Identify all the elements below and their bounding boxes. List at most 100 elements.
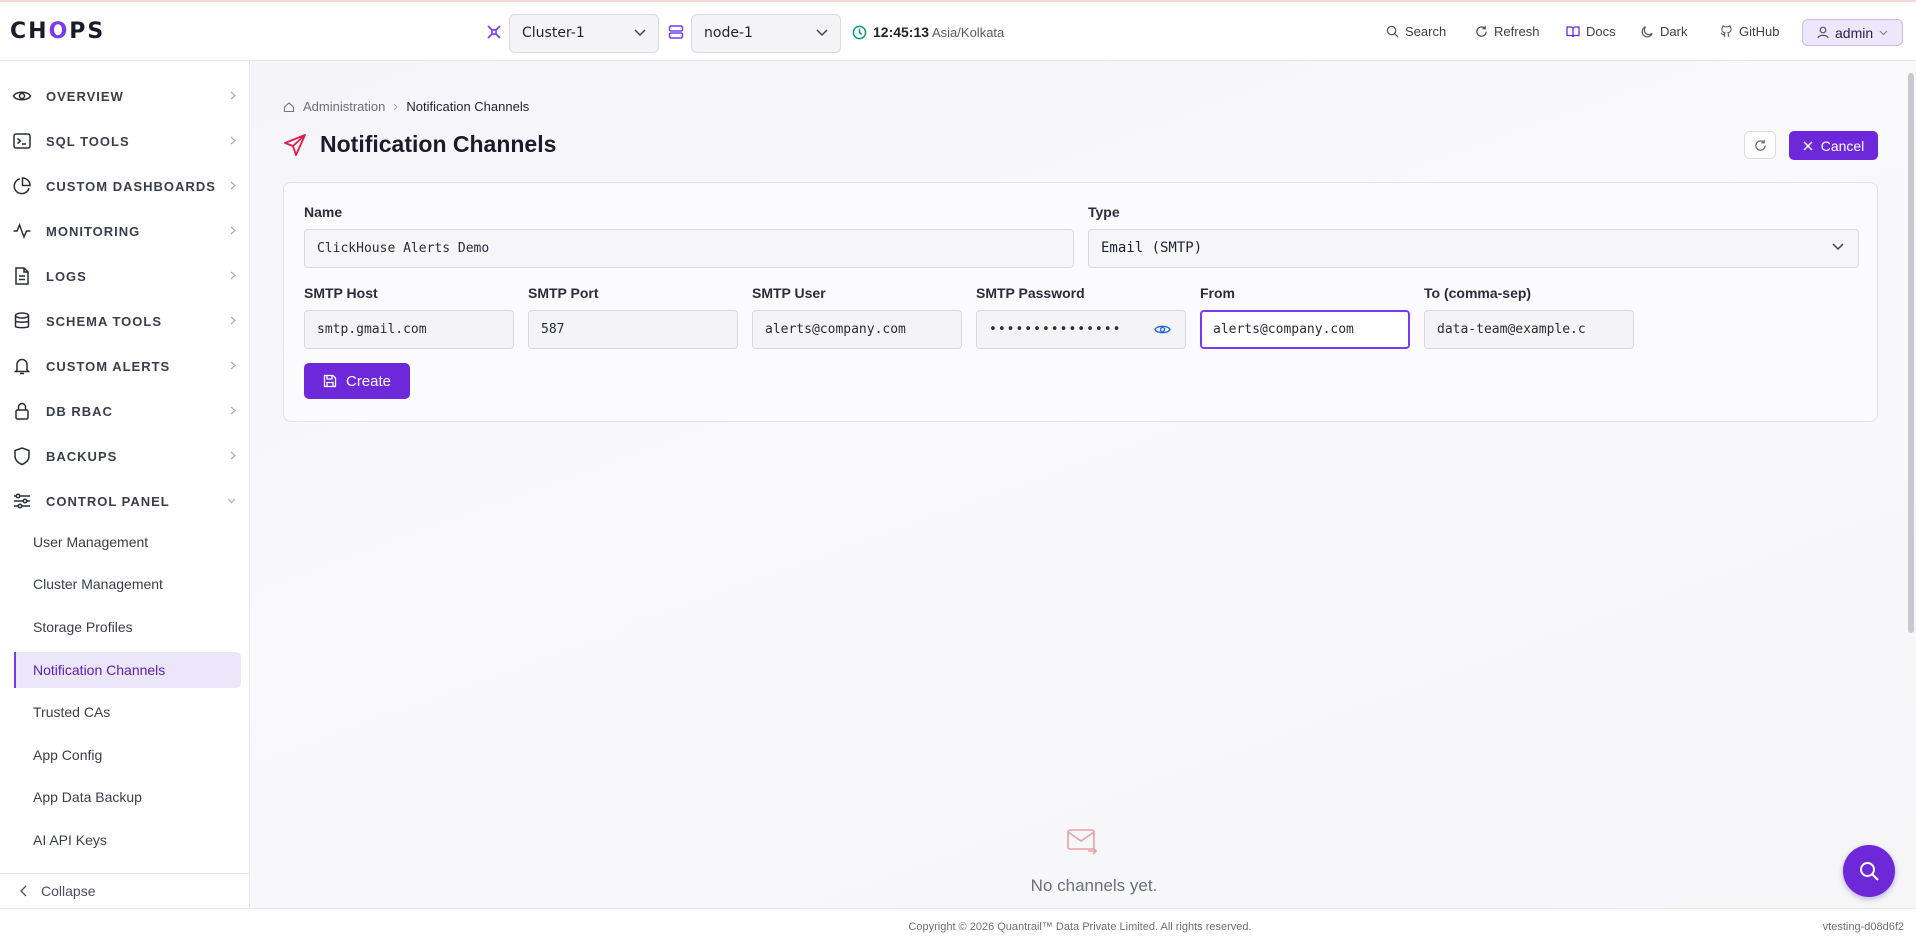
chevron-right-icon	[230, 91, 236, 100]
sidebar-item-monitoring[interactable]: MONITORING	[0, 213, 250, 249]
refresh-button[interactable]	[1744, 131, 1776, 159]
smtp-port-label: SMTP Port	[528, 285, 599, 301]
smtp-port-input[interactable]: 587	[528, 310, 738, 349]
clock-time: 12:45:13	[873, 24, 930, 40]
sidebar-item-ai-api-keys[interactable]: AI API Keys	[14, 822, 241, 858]
footer: Copyright © 2026 Quantrail™ Data Private…	[0, 908, 1916, 941]
page-title: Notification Channels	[320, 131, 557, 157]
search-icon	[1386, 25, 1399, 38]
type-select[interactable]: Email (SMTP)	[1088, 229, 1859, 268]
server-icon	[668, 24, 684, 40]
chevron-right-icon	[230, 181, 236, 190]
github-icon	[1720, 25, 1733, 38]
refresh-icon	[1475, 25, 1488, 38]
main-content: Administration Notification Channels Not…	[251, 61, 1916, 908]
user-menu-button[interactable]: admin	[1802, 19, 1903, 46]
create-button[interactable]: Create	[304, 363, 410, 399]
chevron-right-icon	[230, 316, 236, 325]
shield-icon	[12, 446, 32, 466]
smtp-user-input[interactable]: alerts@company.com	[752, 310, 962, 349]
send-icon	[283, 133, 307, 157]
to-input[interactable]: data-team@example.c	[1424, 310, 1634, 349]
sidebar-item-custom-dashboards[interactable]: CUSTOM DASHBOARDS	[0, 168, 250, 204]
version-text: vtesting-d08d6f2	[1822, 921, 1904, 933]
scrollbar[interactable]	[1908, 73, 1914, 633]
cancel-button[interactable]: Cancel	[1789, 131, 1878, 160]
sidebar-item-user-management[interactable]: User Management	[14, 524, 241, 560]
search-link[interactable]: Search	[1386, 24, 1446, 39]
eye-icon[interactable]	[1154, 322, 1171, 337]
copyright-text: Copyright © 2026 Quantrail™ Data Private…	[908, 921, 1252, 933]
name-input[interactable]: ClickHouse Alerts Demo	[304, 229, 1074, 268]
close-icon	[1803, 140, 1813, 151]
from-label: From	[1200, 285, 1235, 301]
bell-icon	[12, 356, 32, 376]
smtp-user-label: SMTP User	[752, 285, 826, 301]
chevron-right-icon	[230, 361, 236, 370]
chevron-down-icon	[227, 498, 236, 504]
activity-icon	[12, 221, 32, 241]
from-input[interactable]: alerts@company.com	[1200, 310, 1410, 349]
user-icon	[1817, 26, 1829, 39]
collapse-sidebar-button[interactable]: Collapse	[0, 873, 250, 908]
sidebar-item-control-panel[interactable]: CONTROL PANEL	[0, 483, 250, 519]
docs-link[interactable]: Docs	[1566, 24, 1616, 39]
moon-icon	[1641, 25, 1654, 38]
chevron-right-icon	[393, 103, 399, 111]
sidebar-item-overview[interactable]: OVERVIEW	[0, 78, 250, 114]
sidebar-item-schema-tools[interactable]: SCHEMA TOOLS	[0, 303, 250, 339]
chevron-down-icon	[1832, 243, 1844, 251]
database-icon	[12, 311, 32, 331]
search-fab[interactable]	[1843, 845, 1895, 897]
chevron-right-icon	[230, 406, 236, 415]
save-icon	[323, 374, 337, 388]
clock-icon	[852, 25, 867, 40]
sidebar-item-trusted-cas[interactable]: Trusted CAs	[14, 694, 241, 730]
mail-icon	[1066, 827, 1098, 855]
sidebar-item-notification-channels[interactable]: Notification Channels	[14, 652, 241, 688]
refresh-icon	[1754, 139, 1767, 152]
sidebar-item-logs[interactable]: LOGS	[0, 258, 250, 294]
breadcrumb: Administration Notification Channels	[283, 99, 529, 114]
sidebar-item-custom-alerts[interactable]: CUSTOM ALERTS	[0, 348, 250, 384]
sidebar-item-app-config[interactable]: App Config	[14, 737, 241, 773]
chevron-right-icon	[230, 226, 236, 235]
sidebar-item-backups[interactable]: BACKUPS	[0, 438, 250, 474]
chevron-left-icon	[20, 885, 27, 897]
sidebar-item-storage-profiles[interactable]: Storage Profiles	[14, 609, 241, 645]
channel-form: Name ClickHouse Alerts Demo Type Email (…	[283, 182, 1878, 422]
sidebar-item-db-rbac[interactable]: DB RBAC	[0, 393, 250, 429]
theme-toggle[interactable]: Dark	[1641, 24, 1687, 39]
sidebar-item-app-data-backup[interactable]: App Data Backup	[14, 779, 241, 815]
home-icon	[283, 101, 295, 113]
smtp-password-label: SMTP Password	[976, 285, 1085, 301]
sidebar: OVERVIEW SQL TOOLS CUSTOM DASHBOARDS MON…	[0, 61, 250, 908]
search-icon	[1858, 860, 1880, 882]
breadcrumb-current: Notification Channels	[406, 99, 530, 114]
terminal-icon	[12, 131, 32, 151]
smtp-host-label: SMTP Host	[304, 285, 378, 301]
cluster-select[interactable]: Cluster-1	[509, 14, 659, 53]
top-bar: CHOPS Cluster-1 node-1 12:45:13 Asia/Kol…	[0, 0, 1916, 61]
sliders-icon	[12, 491, 32, 511]
refresh-link[interactable]: Refresh	[1475, 24, 1540, 39]
chevron-right-icon	[230, 136, 236, 145]
book-icon	[1566, 25, 1580, 38]
type-label: Type	[1088, 204, 1120, 220]
sidebar-item-cluster-management[interactable]: Cluster Management	[14, 566, 241, 602]
github-link[interactable]: GitHub	[1720, 24, 1779, 39]
name-label: Name	[304, 204, 343, 220]
node-select[interactable]: node-1	[691, 14, 841, 53]
to-label: To (comma-sep)	[1424, 285, 1532, 301]
smtp-host-input[interactable]: smtp.gmail.com	[304, 310, 514, 349]
clock-timezone: Asia/Kolkata	[932, 25, 1005, 40]
chevron-down-icon	[1879, 30, 1888, 36]
eye-icon	[12, 86, 32, 106]
file-text-icon	[12, 266, 32, 286]
app-logo[interactable]: CHOPS	[10, 19, 105, 44]
pie-chart-icon	[12, 176, 32, 196]
breadcrumb-administration[interactable]: Administration	[303, 99, 385, 114]
sidebar-item-sql-tools[interactable]: SQL TOOLS	[0, 123, 250, 159]
chevron-down-icon	[816, 29, 828, 37]
cluster-icon	[486, 24, 502, 40]
